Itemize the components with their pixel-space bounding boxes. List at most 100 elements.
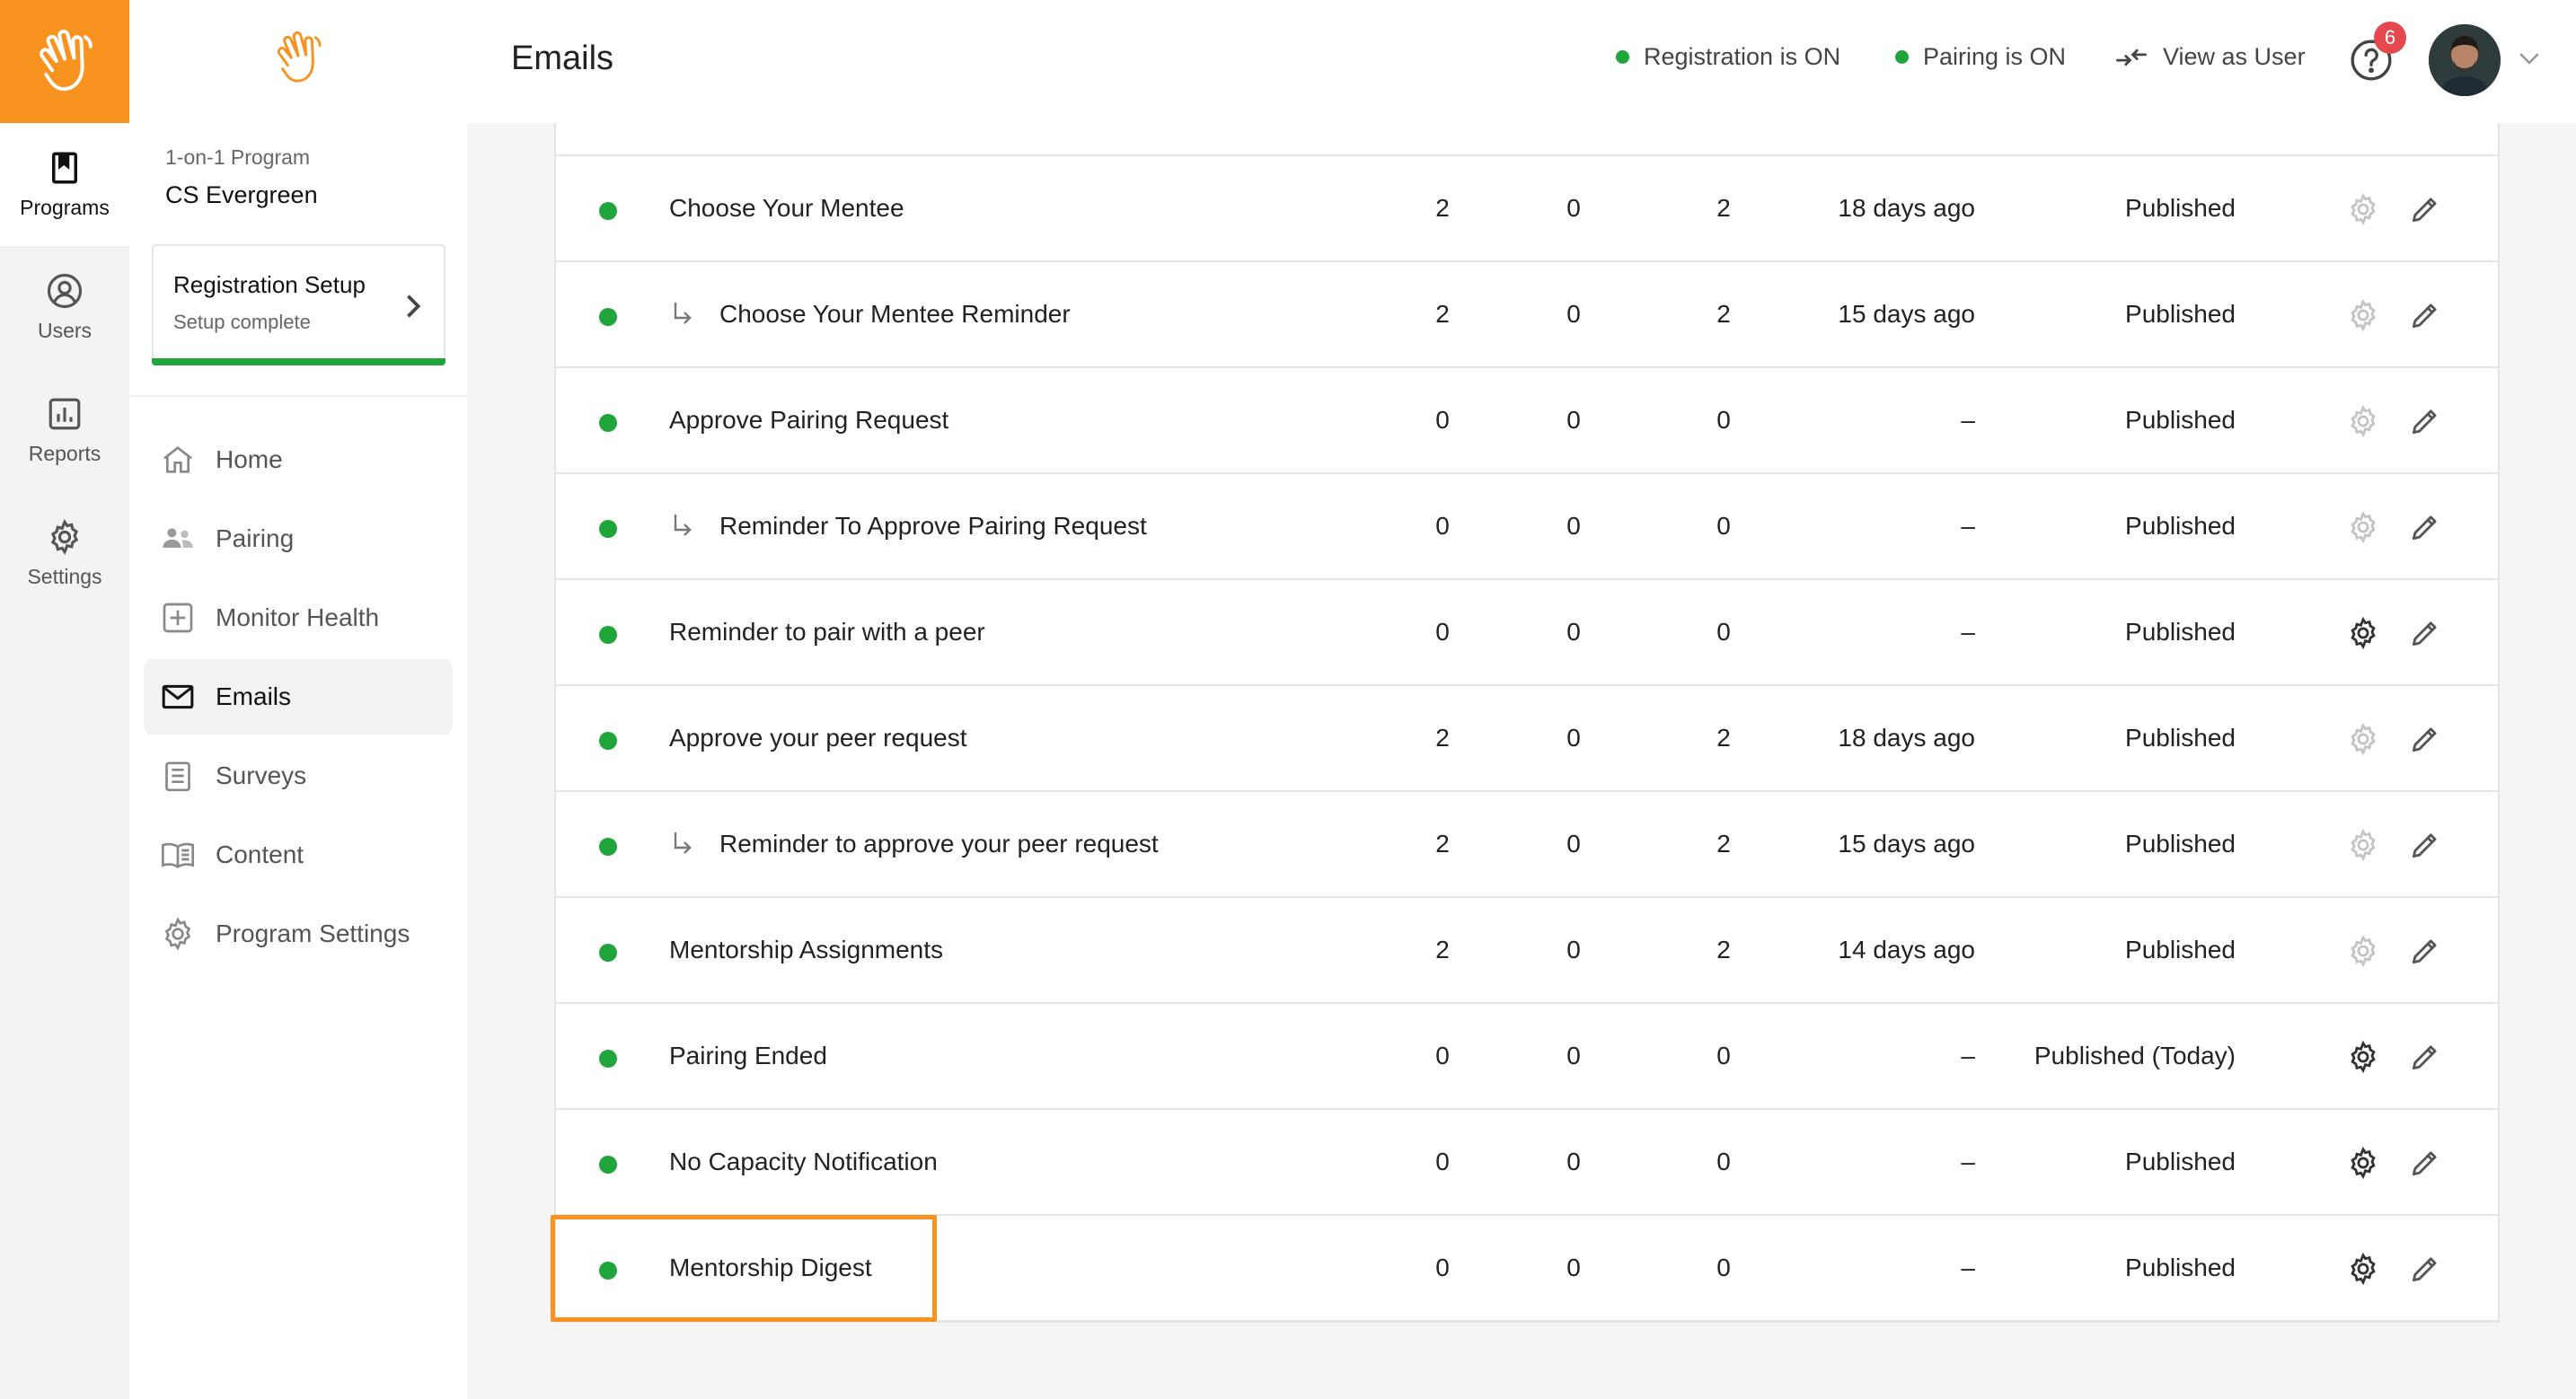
count-2: 0	[1566, 1254, 1581, 1281]
book-open-icon	[162, 842, 194, 868]
last-sent: –	[1961, 1042, 1975, 1069]
sidebar-divider	[129, 395, 467, 397]
status-text: Published	[2125, 830, 2236, 858]
count-3: 2	[1716, 830, 1731, 858]
count-1: 0	[1435, 512, 1450, 540]
pencil-icon[interactable]	[2408, 1146, 2442, 1180]
gear-icon[interactable]	[2346, 828, 2380, 862]
email-name[interactable]: Choose Your Mentee	[669, 194, 904, 223]
email-name[interactable]: Pairing Ended	[669, 1042, 827, 1070]
view-as-user-button[interactable]: View as User	[2114, 43, 2306, 71]
nav-item-surveys[interactable]: Surveys	[144, 738, 453, 814]
email-name[interactable]: Mentorship Assignments	[669, 936, 943, 964]
view-as-user-label: View as User	[2163, 43, 2306, 70]
email-name[interactable]: Reminder to approve your peer request	[719, 830, 1159, 858]
nav-item-pairing[interactable]: Pairing	[144, 501, 453, 576]
pencil-icon[interactable]	[2408, 1252, 2442, 1286]
registration-setup-title: Registration Setup	[173, 271, 366, 298]
waving-hand-icon	[40, 29, 93, 91]
count-3: 2	[1716, 724, 1731, 752]
home-icon	[163, 445, 192, 473]
pencil-icon[interactable]	[2408, 404, 2442, 438]
pencil-icon[interactable]	[2408, 510, 2442, 544]
nav-item-monitor-health[interactable]: Monitor Health	[144, 580, 453, 656]
rail-item-programs[interactable]: Programs	[0, 123, 129, 246]
table-top-border	[554, 154, 2500, 156]
active-status-dot	[599, 732, 617, 750]
user-circle-icon	[47, 273, 83, 309]
app-logo[interactable]	[0, 0, 129, 123]
gear-icon[interactable]	[2346, 722, 2380, 756]
table-row[interactable]: No Capacity Notification 0 0 0 – Published	[556, 1110, 2498, 1216]
count-3: 0	[1716, 1042, 1731, 1069]
program-sidebar: 1-on-1 Program CS Evergreen Registration…	[129, 0, 467, 1399]
table-row[interactable]: Reminder to approve your peer request 2 0 2…	[556, 792, 2498, 898]
pencil-icon[interactable]	[2408, 616, 2442, 650]
table-row[interactable]: Approve your peer request 2 0 2 18 days ago P…	[556, 686, 2498, 792]
nav-item-emails[interactable]: Emails	[144, 659, 453, 735]
table-row[interactable]: Reminder to pair with a peer 0 0 0 – Publishe…	[556, 580, 2498, 686]
pencil-icon[interactable]	[2408, 192, 2442, 226]
gear-icon	[164, 917, 191, 951]
gear-icon[interactable]	[2346, 1040, 2380, 1074]
pencil-icon[interactable]	[2408, 828, 2442, 862]
last-sent: 18 days ago	[1838, 724, 1975, 752]
rail-label: Users	[37, 319, 93, 342]
table-row[interactable]: Choose Your Mentee 2 0 2 18 days ago Publishe…	[556, 156, 2498, 262]
status-text: Published	[2125, 1148, 2236, 1175]
primary-rail: Programs Users Reports Settings	[0, 0, 129, 1399]
nav-item-program-settings[interactable]: Program Settings	[144, 896, 453, 972]
pairing-status[interactable]: Pairing is ON	[1895, 43, 2066, 71]
notification-badge: 6	[2374, 22, 2406, 54]
pencil-icon[interactable]	[2408, 298, 2442, 332]
table-row[interactable]: Approve Pairing Request 0 0 0 – Published	[556, 368, 2498, 474]
registration-setup-card[interactable]: Registration Setup Setup complete	[152, 244, 446, 365]
last-sent: –	[1961, 406, 1975, 434]
email-name[interactable]: Reminder To Approve Pairing Request	[719, 512, 1147, 541]
count-2: 0	[1566, 300, 1581, 328]
nav-label: Home	[216, 445, 283, 473]
count-1: 0	[1435, 1254, 1450, 1281]
table-row[interactable]: Pairing Ended 0 0 0 – Published (Today)	[556, 1004, 2498, 1110]
table-row[interactable]: Choose Your Mentee Reminder 2 0 2 15 days ag…	[556, 262, 2498, 368]
nav-item-home[interactable]: Home	[144, 422, 453, 497]
rail-item-reports[interactable]: Reports	[0, 369, 129, 492]
rail-item-settings[interactable]: Settings	[0, 492, 129, 615]
count-2: 0	[1566, 512, 1581, 540]
count-3: 0	[1716, 512, 1731, 540]
email-name[interactable]: Approve Pairing Request	[669, 406, 948, 435]
sub-arrow-icon	[674, 302, 692, 324]
last-sent: –	[1961, 618, 1975, 646]
status-dot	[1895, 50, 1909, 64]
nav-item-content[interactable]: Content	[144, 817, 453, 893]
pencil-icon[interactable]	[2408, 1040, 2442, 1074]
email-name[interactable]: Reminder to pair with a peer	[669, 618, 985, 647]
last-sent: 15 days ago	[1838, 300, 1975, 328]
active-status-dot	[599, 838, 617, 856]
table-row[interactable]: Mentorship Assignments 2 0 2 14 days ago Publ…	[556, 898, 2498, 1004]
gear-icon[interactable]	[2346, 1252, 2380, 1286]
pencil-icon[interactable]	[2408, 934, 2442, 968]
active-status-dot	[599, 1156, 617, 1174]
gear-icon[interactable]	[2346, 192, 2380, 226]
gear-icon[interactable]	[2346, 934, 2380, 968]
email-name[interactable]: No Capacity Notification	[669, 1148, 938, 1176]
gear-icon[interactable]	[2346, 298, 2380, 332]
email-name[interactable]: Choose Your Mentee Reminder	[719, 300, 1071, 329]
avatar[interactable]	[2429, 24, 2501, 96]
table-row[interactable]: Reminder To Approve Pairing Request 0 0 0 – P…	[556, 474, 2498, 580]
gear-icon[interactable]	[2346, 404, 2380, 438]
rail-item-users[interactable]: Users	[0, 246, 129, 369]
pencil-icon[interactable]	[2408, 722, 2442, 756]
count-3: 2	[1716, 194, 1731, 222]
count-1: 0	[1435, 1042, 1450, 1069]
gear-icon[interactable]	[2346, 510, 2380, 544]
gear-icon[interactable]	[2346, 1146, 2380, 1180]
chevron-down-icon[interactable]	[2518, 50, 2541, 66]
active-status-dot	[599, 308, 617, 326]
gear-icon[interactable]	[2346, 616, 2380, 650]
email-name[interactable]: Approve your peer request	[669, 724, 967, 752]
registration-status[interactable]: Registration is ON	[1616, 43, 1840, 71]
pairing-icon	[163, 528, 193, 548]
nav-label: Emails	[216, 682, 292, 710]
